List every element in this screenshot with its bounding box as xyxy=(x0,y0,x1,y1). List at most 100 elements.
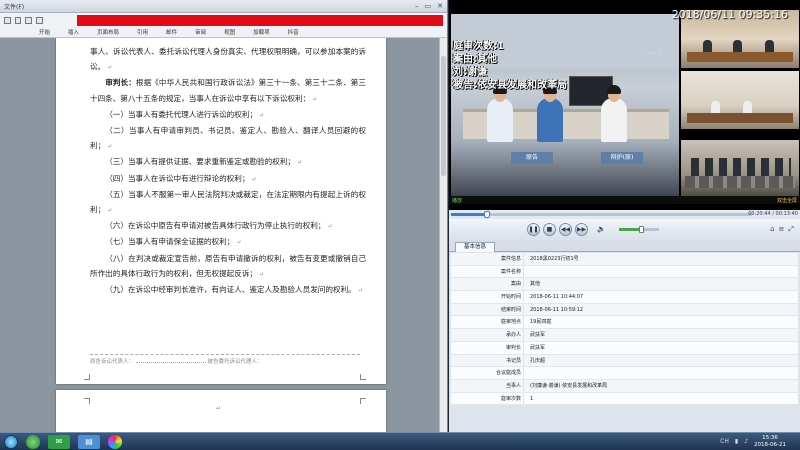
maximize-icon[interactable]: ▭ xyxy=(425,2,432,10)
paragraph-mark: ↵ xyxy=(257,111,264,119)
ribbon-tab[interactable]: 插入 xyxy=(59,28,88,36)
media-player-icon[interactable] xyxy=(108,434,122,449)
paragraph-mark: ↵ xyxy=(105,207,113,215)
undo-icon[interactable] xyxy=(14,16,22,24)
person-hair xyxy=(607,85,621,94)
paragraph-text: （五）当事人不服第一审人民法院判决或裁定，在法定期限内有提起上诉的权利； xyxy=(90,189,366,215)
audience-figures xyxy=(691,158,791,178)
player-controls: ❚❚ ■ ◀◀ ▶▶ 🔈 ⌂ ≡ ⤢ xyxy=(449,219,800,239)
document-paragraph: （九）在诉讼中经审判长准许，有向证人、鉴定人及勘验人员发问的权利。 ↵ xyxy=(90,282,366,298)
app-360-icon[interactable] xyxy=(26,434,40,449)
ribbon-tab[interactable]: 引用 xyxy=(128,28,157,36)
table-row: 开始时间 2018-06-11 10:44:07 xyxy=(451,291,798,304)
elapsed-time: 00:20:44 xyxy=(748,211,771,217)
print-icon[interactable] xyxy=(36,16,43,24)
table-row: 承办人 武扶军 xyxy=(451,329,798,342)
progress-track[interactable] xyxy=(451,211,752,218)
clock-date: 2018-06-21 xyxy=(754,441,786,448)
document-paragraph: （五）当事人不服第一审人民法院判决或裁定，在法定期限内有提起上诉的权利； ↵ xyxy=(90,187,366,218)
field-label: 承办人 xyxy=(451,329,524,341)
camera-icon[interactable]: ⌂ xyxy=(770,225,774,234)
document-paragraph: （三）当事人有提供证据、要求重新鉴定或勘验的权利； ↵ xyxy=(90,154,366,170)
person-figure xyxy=(537,98,563,142)
paragraph-mark: ↵ xyxy=(325,223,333,231)
ribbon-tab[interactable]: 页面布局 xyxy=(88,28,128,36)
judge-desk xyxy=(687,52,793,62)
ribbon-tab[interactable]: 审阅 xyxy=(186,28,215,36)
paragraph-text: 事人、诉讼代表人、委托诉讼代理人身份真实、代理权限明确，可以参加本案的诉讼。 xyxy=(90,47,366,72)
field-value xyxy=(524,266,798,278)
field-value: 武扶军 xyxy=(530,332,546,339)
overlay-line: 刘:谢谦 xyxy=(453,67,487,78)
scroll-thumb[interactable] xyxy=(441,56,446,176)
agent-nameplate: 辩护(原) xyxy=(601,152,643,164)
document-area[interactable]: 事人、诉讼代表人、委托诉讼代理人身份真实、代理权限明确，可以参加本案的诉讼。 ↵… xyxy=(0,38,439,432)
explorer-icon[interactable]: ▤ xyxy=(78,434,100,449)
file-menu[interactable]: 文件(F) xyxy=(4,2,24,11)
plaintiff-rep-label: 原告诉讼代表人： xyxy=(90,359,135,365)
field-value: 孔庆超 xyxy=(530,357,546,364)
field-label: 合议庭成员 xyxy=(451,367,524,379)
paragraph-text: （三）当事人有提供证据、要求重新鉴定或勘验的权利； xyxy=(105,157,296,167)
case-info-table: 案件信息 2018黑0223行初1号 案件名称 案由 其他 开始时间 2018-06-11 … xyxy=(451,253,798,406)
volume-knob[interactable] xyxy=(638,225,644,233)
volume-slider[interactable] xyxy=(618,225,659,233)
close-icon[interactable]: ✕ xyxy=(437,2,443,10)
document-page[interactable]: 事人、诉讼代表人、委托诉讼代理人身份真实、代理权限明确，可以参加本案的诉讼。 ↵… xyxy=(56,38,386,384)
info-tabs: 基本信息 xyxy=(449,240,800,252)
editor-titlebar: 文件(F) – ▭ ✕ xyxy=(0,0,447,13)
paragraph-mark: ↵ xyxy=(105,64,113,72)
defendant-camera-feed[interactable] xyxy=(681,71,799,129)
osd-timestamp: 2018/06/11 09:35:16 xyxy=(671,8,788,21)
input-method-indicator[interactable]: CH xyxy=(720,438,729,445)
document-scrollbar[interactable] xyxy=(439,38,447,432)
table-row: 案由 其他 xyxy=(451,278,798,292)
gallery-camera-feed[interactable] xyxy=(681,140,799,196)
paragraph-mark: ↵ xyxy=(295,159,302,167)
rewind-button[interactable]: ◀◀ xyxy=(559,222,572,236)
document-paragraph: （二）当事人有申请审判员、书记员、鉴定人、勘验人、翻译人员回避的权利； ↵ xyxy=(90,123,366,154)
paragraph-text: （四）当事人在诉讼中有进行辩论的权利； xyxy=(105,173,250,183)
clock[interactable]: 15:36 2018-06-21 xyxy=(754,435,786,448)
ribbon-tab[interactable]: 视图 xyxy=(215,28,244,36)
wechat-icon[interactable]: ✉ xyxy=(48,434,70,449)
fullscreen-hint[interactable]: 双击全屏 xyxy=(777,197,797,204)
quick-access-toolbar xyxy=(0,13,447,27)
ribbon-tab[interactable]: 加载项 xyxy=(244,28,279,36)
ribbon-tab[interactable]: 开始 xyxy=(30,28,59,36)
paragraph-mark: ↵ xyxy=(249,175,257,183)
stop-button[interactable]: ■ xyxy=(543,222,556,236)
paragraph-text: （一）当事人有委托代理人进行诉讼的权利； xyxy=(105,109,258,119)
network-icon[interactable]: ▮ xyxy=(735,438,738,445)
progress-fill xyxy=(451,213,488,216)
paragraph-mark: ↵ xyxy=(234,239,242,247)
paragraph-text: （六）在诉讼中原告有申请对被告具体行政行为停止执行的权利； xyxy=(105,221,326,231)
redo-icon[interactable] xyxy=(25,16,33,24)
page-corner-mark xyxy=(84,374,90,380)
forward-button[interactable]: ▶▶ xyxy=(575,222,588,236)
minimize-icon[interactable]: – xyxy=(415,2,419,10)
playback-progress[interactable]: 00:20:44 / 00:13:40 xyxy=(449,210,800,219)
fullscreen-icon[interactable]: ⤢ xyxy=(788,225,794,234)
defendant-agent-label: 被告委托诉讼代理人： xyxy=(207,359,263,365)
speaker-icon[interactable]: ♪ xyxy=(744,438,748,445)
table-row: 庭审次数 1 xyxy=(451,392,798,406)
start-button[interactable] xyxy=(4,434,18,449)
redacted-title-bar xyxy=(76,14,443,26)
field-label: 庭审地点 xyxy=(451,316,524,329)
field-value: 2018黑0223行初1号 xyxy=(530,256,579,262)
pause-button[interactable]: ❚❚ xyxy=(527,222,540,236)
paragraph-mark: ↵ xyxy=(257,270,264,278)
person-figure xyxy=(487,98,513,142)
volume-icon[interactable]: 🔈 xyxy=(597,225,606,233)
document-paragraph: （四）当事人在诉讼中有进行辩论的权利； ↵ xyxy=(90,171,366,187)
progress-knob[interactable] xyxy=(484,211,491,218)
video-player[interactable]: 原告 辩护(原) 2018/06/11 09:35:16 nel 2 庭审次数:… xyxy=(449,0,800,210)
save-icon[interactable] xyxy=(4,16,11,24)
ribbon-tab[interactable]: 邮件 xyxy=(157,28,186,36)
list-icon[interactable]: ≡ xyxy=(779,225,785,234)
document-page-2[interactable]: ↵ xyxy=(56,390,386,432)
ribbon-tab[interactable]: 抖音 xyxy=(279,28,308,36)
document-paragraph: （六）在诉讼中原告有申请对被告具体行政行为停止执行的权利； ↵ xyxy=(90,218,366,234)
tab-basic-info[interactable]: 基本信息 xyxy=(455,242,496,252)
